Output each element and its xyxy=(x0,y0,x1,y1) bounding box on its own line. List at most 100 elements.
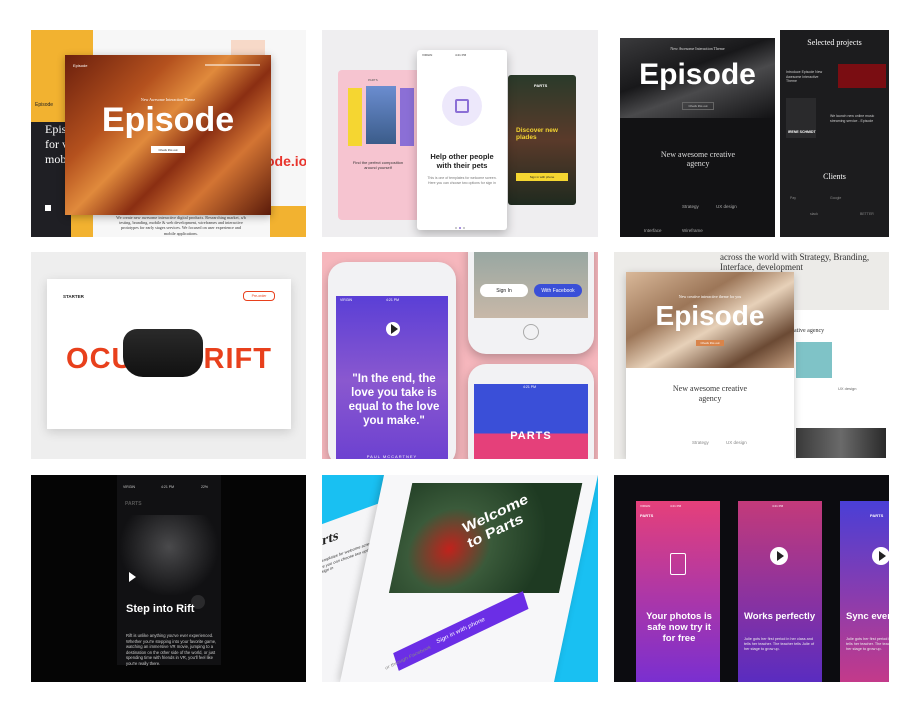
tile-episode-desert[interactable]: across the world with Strategy, Branding… xyxy=(614,252,889,459)
rift-brand: PARTS xyxy=(125,501,142,507)
nav-links[interactable] xyxy=(205,64,260,66)
s3-brand: PARTS xyxy=(870,513,884,518)
rift-time: 4:21 PM xyxy=(161,485,175,489)
center-body: This is one of templates for welcome scr… xyxy=(427,176,497,185)
oculus-brand: STARTER xyxy=(63,294,84,299)
dark-check-button[interactable]: Check this out xyxy=(682,102,714,110)
quote-carrier: VIRGIN xyxy=(340,298,353,302)
clients-heading: Clients xyxy=(823,172,846,181)
yellow-card xyxy=(348,88,362,146)
megaphone-icon xyxy=(455,99,469,113)
play-icon[interactable] xyxy=(386,322,400,336)
parts-phone: PARTS 4:21 PM xyxy=(468,364,594,459)
sign-in-button[interactable]: Sign In xyxy=(480,284,528,297)
s2-play-icon[interactable] xyxy=(770,547,788,565)
tile-three-screens[interactable]: VIRGIN 4:21 PM PARTS Your photos is safe… xyxy=(614,475,889,682)
logo-pay: Pay xyxy=(790,196,797,200)
left-phone: PARTS Find the perfect composition aroun… xyxy=(338,70,420,220)
s1-brand: PARTS xyxy=(640,513,654,518)
rift-carrier: VIRGIN xyxy=(123,485,136,489)
facebook-button[interactable]: With Facebook xyxy=(534,284,582,297)
sign-in-phone-button[interactable]: Sign in with phone xyxy=(393,591,529,671)
center-heading: Help other people with their pets xyxy=(430,152,494,170)
tile-pets-app[interactable]: PARTS Find the perfect composition aroun… xyxy=(322,30,598,237)
megaphone-circle xyxy=(442,86,482,126)
s3-play-icon[interactable] xyxy=(872,547,889,565)
rift-heading: Step into Rift xyxy=(126,603,195,615)
s3-body: Julie gots her first period in her class… xyxy=(846,637,889,651)
tile-episode-canyon[interactable]: Episode Epis for v mob ode.io Episode Ne… xyxy=(31,30,306,237)
nav-brand: Episode xyxy=(73,63,88,68)
intro-paragraph: We create new awesome interactive digita… xyxy=(116,215,246,236)
url-text: ode.io xyxy=(266,153,306,169)
parts-time: 4:21 PM xyxy=(523,385,537,389)
teal-card xyxy=(796,342,832,378)
tile-episode-dark[interactable]: New Awesome Interaction Theme Episode Ch… xyxy=(620,30,889,237)
center-phone: VIRGIN 4:21 PM Help other people with th… xyxy=(417,50,507,230)
oculus-card: STARTER Pre-order OCULUS RIFT xyxy=(47,279,291,429)
quote-phone: VIRGIN 4:21 PM "In the end, the love you… xyxy=(328,262,456,459)
preorder-button[interactable]: Pre-order xyxy=(243,291,275,301)
top-text: across the world with Strategy, Branding… xyxy=(720,252,870,272)
parts-brand: PARTS xyxy=(510,430,552,442)
carrier: VIRGIN xyxy=(422,53,433,57)
tile-rift-app[interactable]: VIRGIN 4:21 PM 22% PARTS Step into Rift … xyxy=(31,475,306,682)
purple-card xyxy=(400,88,414,146)
parts-small: PARTS xyxy=(368,78,378,82)
tile-quote-app[interactable]: VIRGIN 4:21 PM "In the end, the love you… xyxy=(322,252,598,459)
intro-text: Introduce Episode New Awesome Interactiv… xyxy=(786,70,823,83)
quote-text: "In the end, the love you take is equal … xyxy=(348,373,440,427)
logo-better: BETTER xyxy=(860,212,874,216)
s2-body: Julie gots her first period in her class… xyxy=(744,637,814,651)
tile-oculus[interactable]: STARTER Pre-order OCULUS RIFT xyxy=(31,252,306,459)
right-heading: Discover new plades xyxy=(516,127,558,141)
home-button[interactable] xyxy=(523,324,539,340)
hero-window: Episode New Awesome Interaction Theme Ep… xyxy=(65,55,271,215)
s1-heading: Your photos is safe now try it for free xyxy=(646,611,712,644)
tile-welcome-parts[interactable]: rts of templates for welcome screen. Her… xyxy=(322,475,598,682)
desert-col-ux: UX design xyxy=(726,440,747,445)
dark-section-heading: New awesome creative agency xyxy=(660,150,736,168)
hero-title: Episode xyxy=(101,101,235,139)
bottom-thumbs xyxy=(796,428,886,458)
right-phone: PARTS Discover new plades Sign in with p… xyxy=(508,75,576,205)
quote-author: PAUL MCCARTNEY xyxy=(366,454,418,459)
check-button[interactable]: Check this out xyxy=(151,146,185,153)
desert-subtitle: New creative interactive theme for you xyxy=(678,294,742,299)
grid-icon xyxy=(45,205,51,211)
dark-page: New Awesome Interaction Theme Episode Ch… xyxy=(620,38,775,237)
parts-screen: PARTS xyxy=(474,384,588,459)
quote-screen: VIRGIN 4:21 PM "In the end, the love you… xyxy=(336,296,448,459)
screen-sync: PARTS Sync everything Julie gots her fir… xyxy=(840,501,889,682)
desert-page: New creative interactive theme for you E… xyxy=(626,272,794,459)
rift-play-icon[interactable] xyxy=(126,572,136,582)
rift-body: Rift is unlike anything you've ever expe… xyxy=(126,633,217,666)
red-project-card[interactable] xyxy=(838,64,886,88)
logo-slack: slack xyxy=(810,212,818,216)
col-strategy: Strategy xyxy=(682,204,699,209)
screen-photos: VIRGIN 4:21 PM PARTS Your photos is safe… xyxy=(636,501,720,682)
status-time: 4:21 PM xyxy=(455,53,467,57)
s3-heading: Sync everything xyxy=(846,611,889,622)
artist-name: IRENE SCHMIDT xyxy=(788,130,816,134)
projects-page: Selected projects Introduce Episode New … xyxy=(780,30,889,237)
main-white-phone: Welcome to Parts Sign in with phone or t… xyxy=(340,475,598,682)
s2-time: 4:21 PM xyxy=(772,504,784,508)
logo-google: Google xyxy=(830,196,842,200)
mountain-card xyxy=(366,86,396,144)
launch-text: We launch new online music streaming ser… xyxy=(830,114,875,123)
col-wireframe: Wireframe xyxy=(682,228,703,233)
right-signin-button[interactable]: Sign in with phone xyxy=(516,173,568,181)
desert-check-button[interactable]: Check this out xyxy=(696,340,724,346)
desert-section-heading: New awesome creative agency xyxy=(672,384,748,403)
col-interface: Interface xyxy=(644,228,662,233)
dark-subtitle: New Awesome Interaction Theme xyxy=(670,46,725,51)
left-heading: rts xyxy=(322,528,339,550)
desert-col-strategy: Strategy xyxy=(692,440,709,445)
rift-phone: VIRGIN 4:21 PM 22% PARTS Step into Rift … xyxy=(117,475,221,666)
quote-time: 4:21 PM xyxy=(386,298,400,302)
desert-title: Episode xyxy=(655,300,765,331)
gold-corner xyxy=(270,206,306,237)
phone-icon xyxy=(670,553,686,575)
screen-works: 4:21 PM Works perfectly Julie gots her f… xyxy=(738,501,822,682)
